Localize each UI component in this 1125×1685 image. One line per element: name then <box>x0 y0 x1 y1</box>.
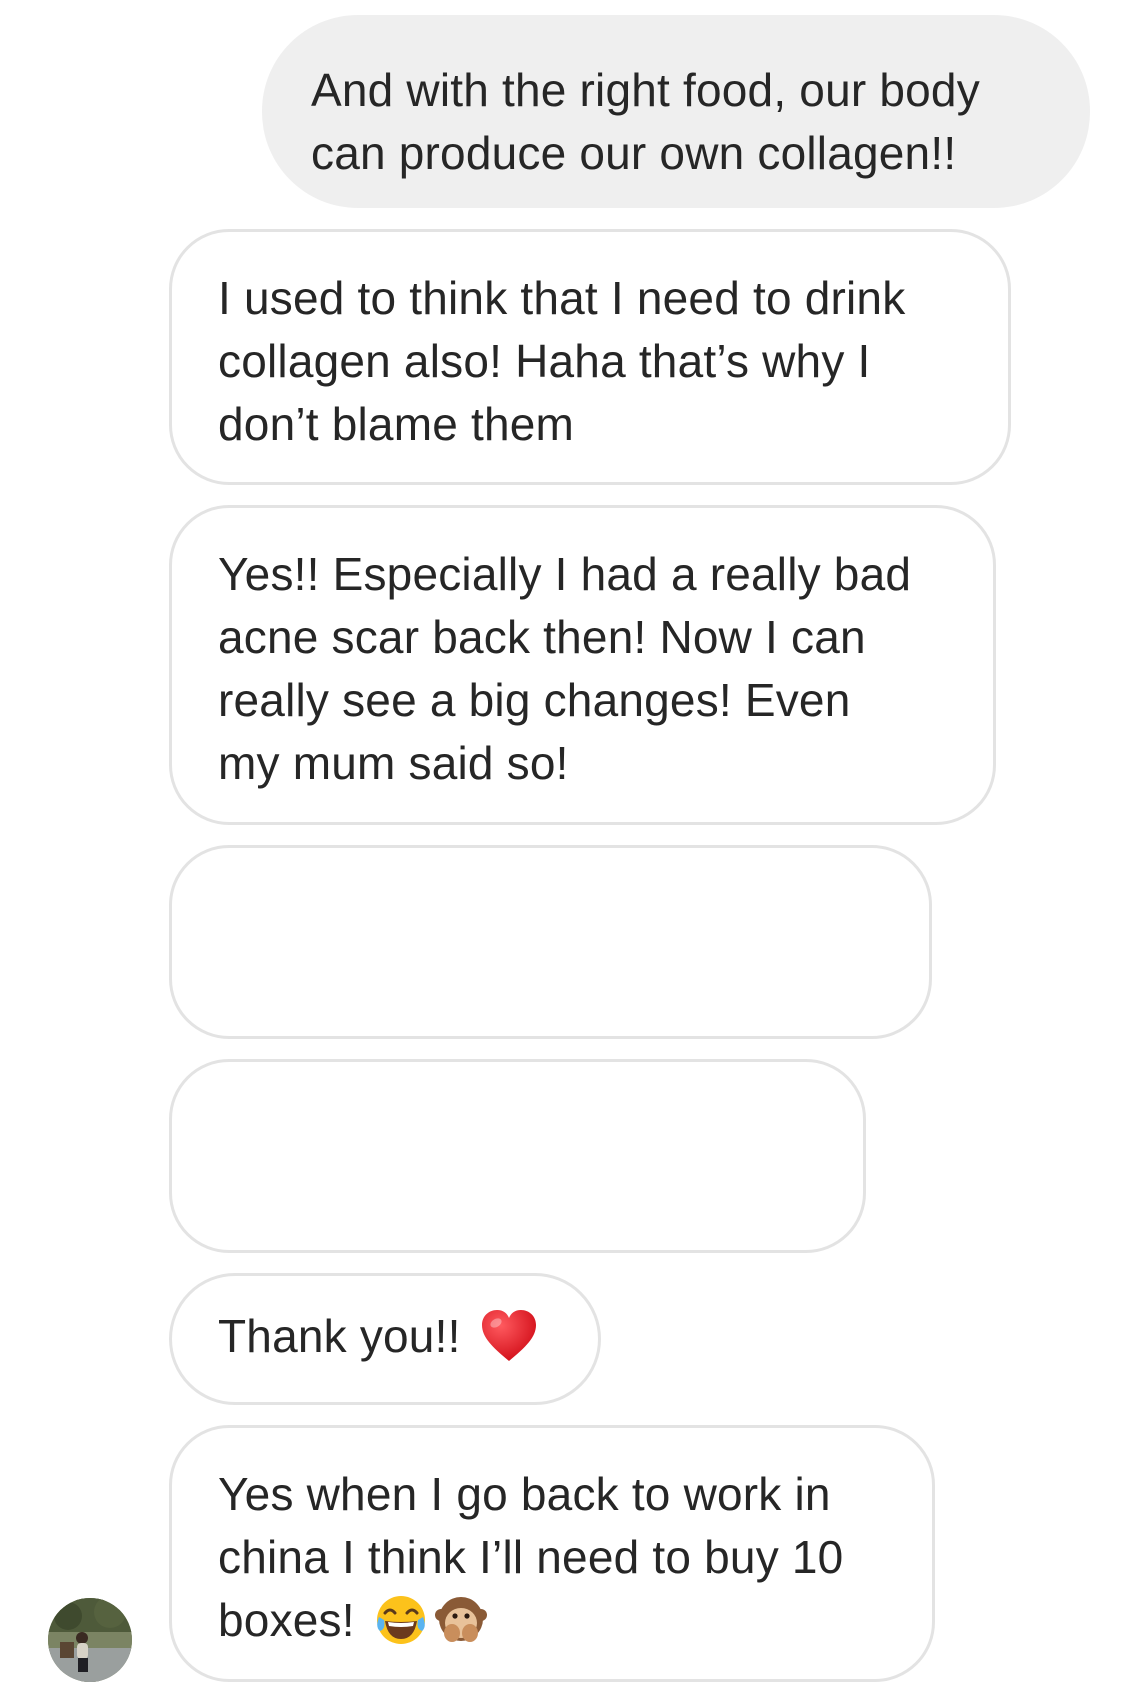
incoming-message-bubble-blank[interactable] <box>169 845 932 1039</box>
message-line: don’t blame them <box>218 398 575 450</box>
profile-photo-icon <box>48 1598 132 1682</box>
message-line: Yes when I go back to work in <box>218 1468 831 1520</box>
incoming-message-bubble[interactable]: Yes when I go back to work in china I th… <box>169 1425 935 1682</box>
message-line: acne scar back then! Now I can <box>218 611 866 663</box>
sender-avatar[interactable] <box>48 1598 132 1682</box>
message-line: Yes!! Especially I had a really bad <box>218 548 912 600</box>
message-line: can produce our own collagen!! <box>311 127 957 179</box>
message-line: china I think I’ll need to buy 10 <box>218 1531 844 1583</box>
incoming-message-bubble[interactable]: Yes!! Especially I had a really bad acne… <box>169 505 996 825</box>
red-heart-icon <box>480 1309 538 1363</box>
outgoing-message-bubble[interactable]: And with the right food, our body can pr… <box>262 15 1090 208</box>
incoming-message-bubble[interactable]: Thank you!! <box>169 1273 601 1405</box>
incoming-message-bubble[interactable]: I used to think that I need to drink col… <box>169 229 1011 485</box>
message-line: collagen also! Haha that’s why I <box>218 335 871 387</box>
incoming-message-bubble-blank[interactable] <box>169 1059 866 1253</box>
speak-no-evil-monkey-icon <box>434 1593 488 1647</box>
message-line: really see a big changes! Even <box>218 674 851 726</box>
message-text: Thank you!! <box>218 1310 461 1362</box>
message-line: my mum said so! <box>218 737 569 789</box>
message-line: And with the right food, our body <box>311 64 980 116</box>
message-line: boxes! <box>218 1594 355 1646</box>
message-line: I used to think that I need to drink <box>218 272 906 324</box>
tears-of-joy-icon <box>374 1593 428 1647</box>
